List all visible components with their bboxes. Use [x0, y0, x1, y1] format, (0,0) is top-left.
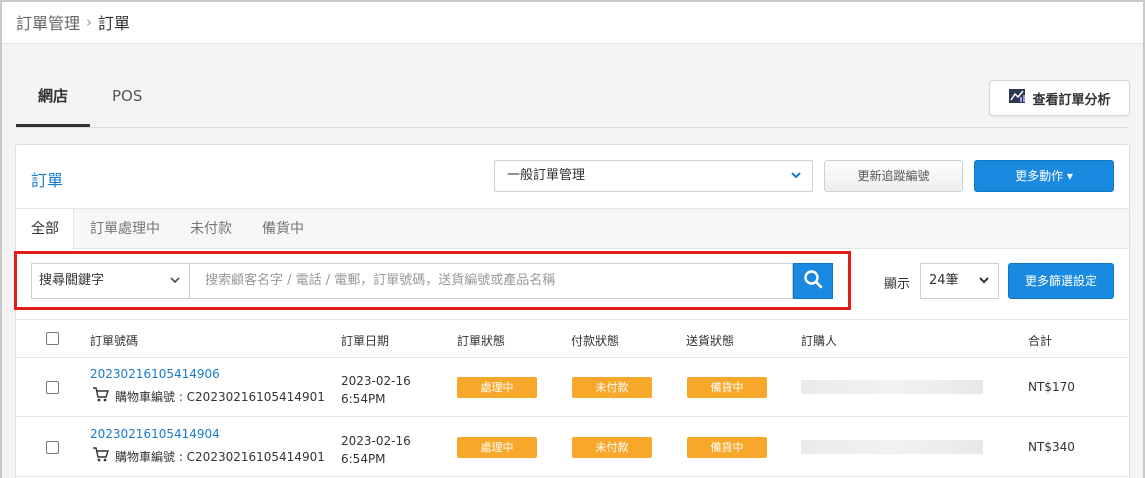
payment-status-badge: 未付款 [572, 377, 652, 398]
cart-number: 購物車編號 : C20230216105414901 [115, 389, 325, 404]
status-tabs: 全部 訂單處理中 未付款 備貨中 [16, 208, 1129, 250]
channel-tabs-divider [16, 127, 1129, 128]
more-actions-button[interactable]: 更多動作 ▾ [974, 160, 1114, 192]
col-total: 合計 [1028, 334, 1053, 348]
panel-title: 訂單 [31, 171, 64, 190]
breadcrumb: 訂單管理 › 訂單 [16, 10, 130, 34]
breadcrumb-current: 訂單 [98, 14, 131, 33]
order-management-select-value: 一般訂單管理 [507, 168, 586, 183]
tab-unpaid[interactable]: 未付款 [190, 209, 232, 249]
order-date-day: 2023-02-16 [341, 374, 411, 388]
order-status-badge: 處理中 [457, 377, 537, 398]
tab-processing[interactable]: 訂單處理中 [90, 209, 160, 249]
payment-status-badge: 未付款 [572, 437, 652, 458]
order-date-day: 2023-02-16 [341, 434, 411, 448]
tab-preparing[interactable]: 備貨中 [262, 209, 304, 249]
delivery-status-badge: 備貨中 [687, 437, 767, 458]
order-date-time: 6:54PM [341, 452, 386, 466]
cart-line: 購物車編號 : C20230216105414901 [92, 447, 325, 465]
chevron-down-icon [790, 161, 802, 202]
col-order-date: 訂單日期 [341, 334, 390, 348]
order-date: 2023-02-16 6:54PM [341, 432, 411, 468]
order-status-badge: 處理中 [457, 437, 537, 458]
top-bar: 訂單管理 › 訂單 [2, 2, 1143, 44]
cart-icon [92, 447, 109, 465]
show-label: 顯示 [884, 277, 911, 292]
col-delivery-status: 送貨狀態 [686, 334, 735, 348]
breadcrumb-separator-icon: › [86, 13, 93, 31]
row-checkbox[interactable] [46, 381, 59, 394]
cart-icon [92, 387, 109, 405]
order-number-link[interactable]: 20230216105414904 [90, 427, 220, 441]
view-order-analysis-label: 查看訂單分析 [1032, 92, 1111, 108]
order-total: NT$170 [1028, 380, 1075, 394]
col-payment-status: 付款狀態 [571, 334, 620, 348]
order-number-link[interactable]: 20230216105414906 [90, 367, 220, 381]
breadcrumb-parent[interactable]: 訂單管理 [16, 10, 80, 34]
col-order-no: 訂單號碼 [90, 334, 139, 348]
delivery-status-badge: 備貨中 [687, 377, 767, 398]
customer-name-redacted [801, 380, 983, 394]
update-tracking-button[interactable]: 更新追蹤編號 [824, 160, 963, 192]
channel-tabs: 網店 POS [16, 74, 164, 128]
orders-panel: 訂單 一般訂單管理 更新追蹤編號 更多動作 ▾ 全部 訂單處理中 未付款 備貨中… [14, 144, 1130, 478]
col-order-status: 訂單狀態 [457, 334, 506, 348]
more-filters-button[interactable]: 更多篩選設定 [1008, 263, 1114, 299]
order-management-select[interactable]: 一般訂單管理 [494, 160, 813, 192]
view-order-analysis-button[interactable]: 查看訂單分析 [989, 80, 1130, 116]
tab-online-store[interactable]: 網店 [16, 74, 91, 127]
tab-pos[interactable]: POS [90, 74, 164, 127]
cart-number: 購物車編號 : C20230216105414901 [115, 449, 325, 464]
chart-icon [1008, 88, 1026, 108]
search-highlight-box [14, 251, 851, 310]
row-checkbox[interactable] [46, 441, 59, 454]
col-customer: 訂購人 [801, 334, 838, 348]
table-header: 訂單號碼 訂單日期 訂單狀態 付款狀態 送貨狀態 訂購人 合計 [16, 319, 1129, 358]
per-page-value: 24筆 [929, 273, 959, 288]
order-date-time: 6:54PM [341, 392, 386, 406]
cart-line: 購物車編號 : C20230216105414901 [92, 387, 325, 405]
select-all-checkbox[interactable] [46, 332, 59, 345]
per-page-select[interactable]: 24筆 [920, 263, 999, 299]
search-row: 搜尋關鍵字 搜索顧客名字 / 電話 / 電郵，訂單號碼，送貨編號或產品名稱 顯示… [14, 249, 1129, 315]
order-date: 2023-02-16 6:54PM [341, 372, 411, 408]
table-row: 20230216105414904 購物車編號 : C2023021610541… [16, 418, 1129, 477]
chevron-down-icon [978, 264, 990, 311]
tab-all[interactable]: 全部 [16, 209, 74, 250]
table-row: 20230216105414906 購物車編號 : C2023021610541… [16, 358, 1129, 417]
order-total: NT$340 [1028, 440, 1075, 454]
customer-name-redacted [801, 440, 983, 454]
